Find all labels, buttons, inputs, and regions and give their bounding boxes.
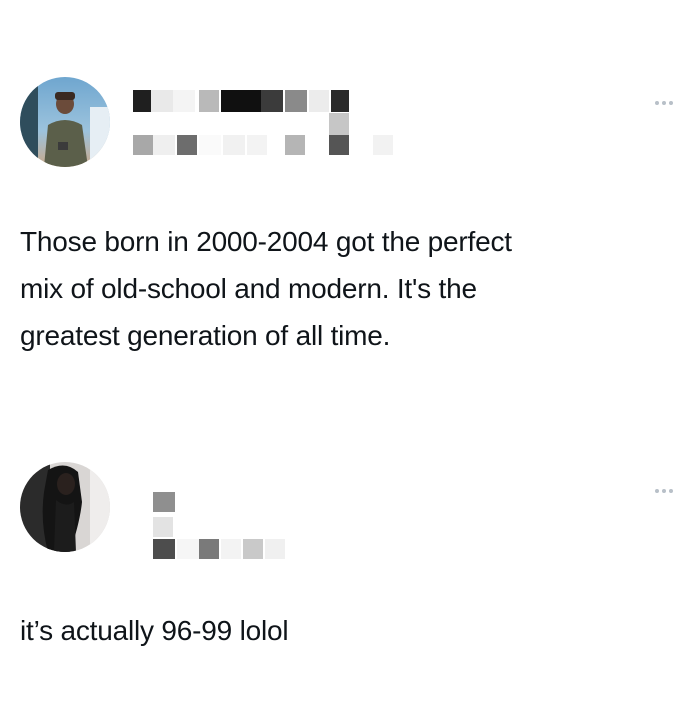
post-text: it’s actually 96-99 lolol (20, 615, 289, 646)
avatar-1[interactable] (20, 77, 110, 167)
author-handle-redacted[interactable] (133, 517, 285, 559)
author-name-redacted[interactable] (153, 492, 175, 512)
pixelated-name-icon (153, 492, 175, 512)
profile-photo-icon (20, 77, 110, 167)
more-options-button[interactable] (655, 98, 685, 108)
post-2: it’s actually 96-99 lolol (0, 380, 700, 715)
dot-icon (655, 489, 659, 493)
dot-icon (662, 101, 666, 105)
more-options-button[interactable] (655, 486, 685, 496)
author-handle-redacted[interactable] (133, 113, 395, 155)
dot-icon (669, 101, 673, 105)
avatar-2[interactable] (20, 462, 110, 552)
profile-photo-icon (20, 462, 110, 552)
pixelated-handle-icon (133, 113, 393, 155)
pixelated-name-icon (133, 90, 349, 112)
post-1: Those born in 2000-2004 got the perfect … (0, 0, 700, 380)
post-text: Those born in 2000-2004 got the perfect … (20, 226, 512, 351)
pixelated-handle-icon (153, 517, 285, 559)
dot-icon (662, 489, 666, 493)
dot-icon (669, 489, 673, 493)
author-name-redacted[interactable] (133, 90, 349, 112)
dot-icon (655, 101, 659, 105)
